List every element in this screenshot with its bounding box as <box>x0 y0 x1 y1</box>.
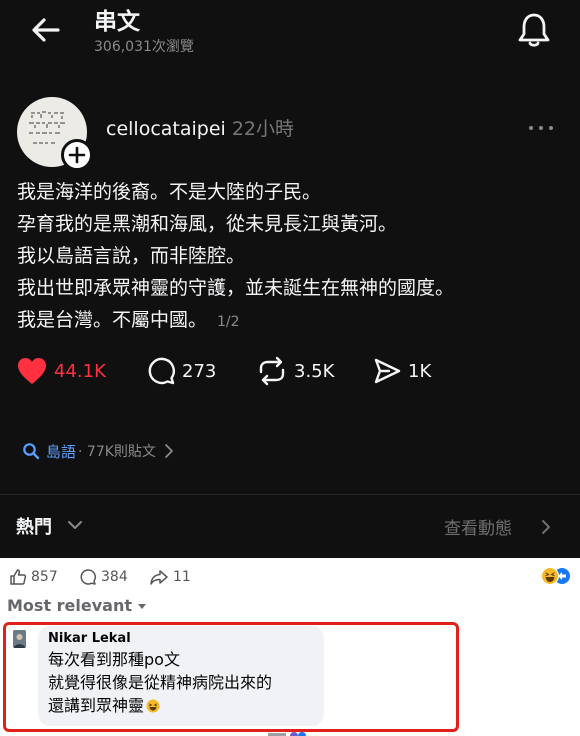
fb-like-count: 857 <box>31 569 58 585</box>
top-bar: 串文 306,031次瀏覽 <box>0 0 580 70</box>
topic-post-count: · 77K則貼文 <box>78 444 156 460</box>
arrow-left-icon <box>32 18 60 42</box>
search-icon <box>23 443 40 460</box>
action-bar: 44.1K 273 3.5K 1K <box>14 354 554 388</box>
topic-tag[interactable]: 島語 · 77K則貼文 <box>22 439 176 463</box>
laughing-reaction-icon[interactable] <box>540 566 572 586</box>
heart-filled-icon <box>18 358 46 384</box>
comment-button[interactable]: 273 <box>146 354 216 388</box>
sort-row: 熱門 查看動態 <box>0 494 580 558</box>
follow-button[interactable] <box>61 139 93 171</box>
page-indicator: 1/2 <box>217 314 240 330</box>
share-button[interactable]: 1K <box>372 354 431 388</box>
thumbs-up-icon <box>10 569 27 585</box>
comment-count: 273 <box>182 360 217 382</box>
post-line: 我出世即承眾神靈的守護，並未誕生在無神的國度。 <box>17 277 455 299</box>
fb-like-stat[interactable]: 857 <box>9 566 58 588</box>
view-activity-link[interactable]: 查看動態 <box>444 514 512 539</box>
fb-share-count: 11 <box>173 569 191 585</box>
more-options-button[interactable] <box>526 118 556 138</box>
fb-comment-stat[interactable]: 384 <box>79 566 128 588</box>
like-button[interactable]: 44.1K <box>16 354 106 388</box>
facebook-stats-bar: 857 384 11 <box>0 562 580 590</box>
notifications-button[interactable] <box>514 10 554 50</box>
more-horizontal-icon <box>529 126 553 130</box>
fb-comment-count: 384 <box>101 569 128 585</box>
like-count: 44.1K <box>54 360 106 382</box>
post-line: 我以島語言說，而非陸腔。 <box>17 245 246 267</box>
comment-icon <box>80 569 96 585</box>
comment-sort-label: Most relevant <box>7 596 132 615</box>
comment-sort-dropdown[interactable]: Most relevant <box>7 596 146 615</box>
plus-icon <box>68 146 86 164</box>
post-header: cellocataipei 22小時 <box>106 116 294 142</box>
bell-icon <box>518 13 550 47</box>
chevron-right-icon <box>542 520 550 534</box>
chevron-right-icon <box>165 444 173 458</box>
post-line: 我是海洋的後裔。不是大陸的子民。 <box>17 181 322 203</box>
post-line: 孕育我的是黑潮和海風，從未見長江與黃河。 <box>17 213 398 235</box>
repost-count: 3.5K <box>294 360 335 382</box>
topic-name: 島語 <box>46 442 77 461</box>
page-title: 串文 <box>94 9 140 35</box>
fb-share-stat[interactable]: 11 <box>149 566 191 588</box>
post-time: 22小時 <box>231 118 294 140</box>
post-line: 我是台灣。不屬中國。 <box>17 309 208 331</box>
hot-sort-label[interactable]: 熱門 <box>16 513 52 539</box>
username[interactable]: cellocataipei <box>106 118 226 140</box>
caret-down-icon <box>138 604 146 609</box>
view-count: 306,031次瀏覽 <box>94 39 194 55</box>
speech-bubble-icon <box>148 357 175 385</box>
threads-screenshot: 串文 306,031次瀏覽 cellocataipei 22小時 我是海洋的後裔… <box>0 0 580 558</box>
repost-button[interactable]: 3.5K <box>256 354 334 388</box>
post-text: 我是海洋的後裔。不是大陸的子民。 孕育我的是黑潮和海風，從未見長江與黃河。 我以… <box>17 176 567 338</box>
share-count: 1K <box>408 360 432 382</box>
repost-icon <box>259 356 285 386</box>
share-arrow-icon <box>150 570 168 585</box>
chevron-down-icon[interactable] <box>66 519 84 531</box>
send-icon <box>374 358 401 384</box>
back-button[interactable] <box>28 12 64 48</box>
red-highlight-frame <box>3 622 459 732</box>
next-comment-reactions-peek <box>268 732 306 736</box>
